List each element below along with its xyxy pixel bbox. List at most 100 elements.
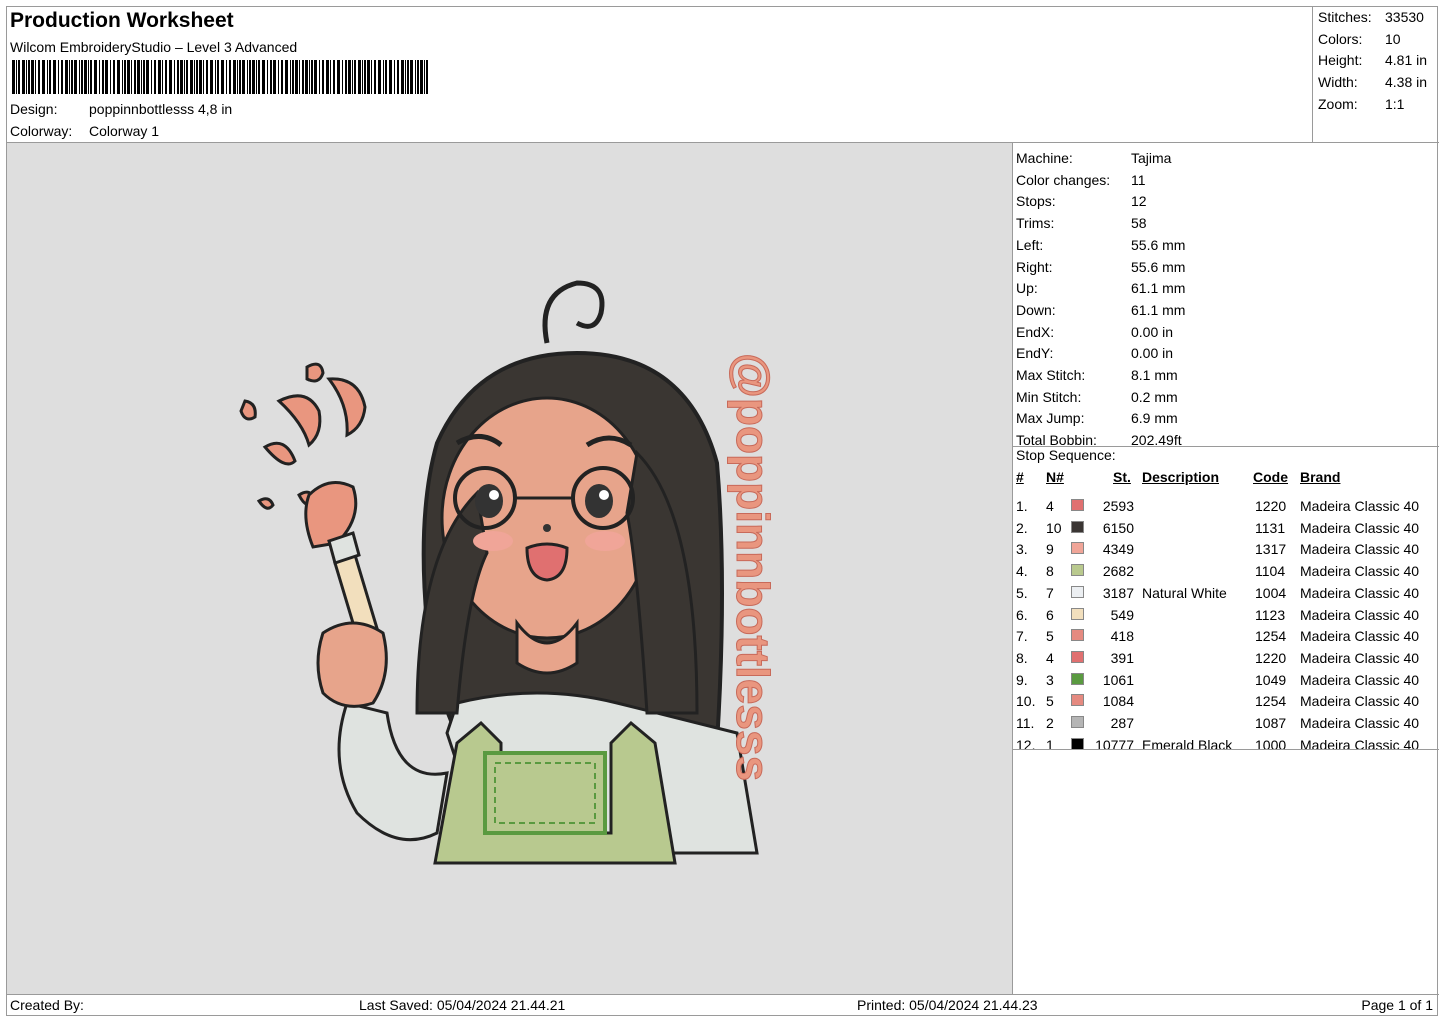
info-label: Stops: [1016, 193, 1056, 210]
thread-brand: Madeira Classic 40 [1300, 671, 1420, 688]
info-panel: Machine: Tajima Color changes: 11 Stops: 12 Tr… [1013, 143, 1439, 994]
machine-info-row: Max Jump: 6.9 mm [1016, 407, 1178, 429]
colorway-row: Colorway: Colorway 1 [10, 123, 159, 139]
machine-info-row: Left: 55.6 mm [1016, 234, 1185, 256]
info-value: 8.1 mm [1131, 367, 1178, 383]
stitch-count: 1061 [1102, 671, 1134, 688]
thread-brand: Madeira Classic 40 [1300, 584, 1420, 601]
machine-info-row: Trims: 58 [1016, 212, 1147, 234]
thread-description: Natural White [1142, 584, 1227, 601]
info-value: 0.00 in [1131, 345, 1174, 362]
needle-number: 1 [1046, 736, 1054, 753]
stitch-count: 1084 [1102, 693, 1134, 710]
machine-info-row: EndX: 0.00 in [1016, 321, 1173, 343]
info-value: 55.6 mm [1131, 258, 1186, 275]
colorway-value: Colorway 1 [89, 123, 160, 139]
color-swatch [1071, 499, 1084, 511]
info-label: Color changes: [1016, 171, 1111, 188]
info-value: 0.2 mm [1131, 388, 1178, 405]
software-name: Wilcom EmbroideryStudio – Level 3 Advanc… [10, 39, 298, 55]
info-value: 58 [1131, 215, 1147, 232]
stitch-count: 6150 [1102, 519, 1134, 536]
table-row: 1. 4 2593 1220 Madeira Classic 40 [1013, 495, 1439, 517]
overall-pocket [483, 751, 607, 835]
info-label: Max Stitch: [1016, 367, 1086, 383]
row-num: 1. [1016, 498, 1028, 514]
info-value: 0.00 in [1131, 323, 1174, 340]
stitch-count: 2682 [1102, 563, 1134, 580]
col-header-code: Code [1253, 469, 1288, 485]
machine-info-row: Up: 61.1 mm [1016, 277, 1185, 299]
hair-curl [542, 280, 605, 344]
stat-colors: Colors: 10 [1318, 31, 1401, 47]
thread-code: 1004 [1255, 584, 1287, 601]
stitch-count: 4349 [1102, 541, 1134, 558]
machine-info-row: Color changes: 11 [1016, 169, 1146, 191]
info-label: Right: [1016, 258, 1053, 275]
thread-brand: Madeira Classic 40 [1300, 715, 1420, 731]
mouth [525, 542, 569, 582]
divider [1013, 749, 1439, 750]
row-num: 5. [1016, 584, 1028, 601]
thread-code: 1049 [1255, 671, 1287, 688]
color-swatch [1071, 564, 1084, 577]
thread-brand: Madeira Classic 40 [1300, 563, 1420, 580]
machine-info-row: Down: 61.1 mm [1016, 299, 1185, 321]
needle-number: 5 [1046, 693, 1054, 710]
barcode [12, 60, 428, 94]
machine-info-row: Machine: Tajima [1016, 147, 1171, 169]
thread-brand: Madeira Classic 40 [1300, 628, 1420, 645]
table-row: 4. 8 2682 1104 Madeira Classic 40 [1013, 560, 1439, 582]
stat-height: Height: 4.81 in [1318, 52, 1428, 68]
color-swatch [1071, 694, 1084, 707]
table-row: 2. 10 6150 1131 Madeira Classic 40 [1013, 517, 1439, 539]
needle-number: 8 [1046, 563, 1054, 580]
info-value: Tajima [1131, 150, 1172, 166]
table-row: 11. 2 287 1087 Madeira Classic 40 [1013, 712, 1439, 734]
info-value: 55.6 mm [1131, 236, 1186, 253]
design-row: Design: poppinnbottlesss 4,8 in [10, 101, 232, 117]
stat-width: Width: 4.38 in [1318, 74, 1428, 90]
needle-number: 5 [1046, 628, 1054, 645]
embroidery-artwork: @poppinnbottlesss [239, 280, 780, 865]
info-value: 61.1 mm [1131, 280, 1186, 297]
info-label: Max Jump: [1016, 410, 1085, 427]
row-num: 7. [1016, 628, 1028, 645]
thread-brand: Madeira Classic 40 [1300, 498, 1420, 514]
table-row: 10. 5 1084 1254 Madeira Classic 40 [1013, 690, 1439, 712]
stat-stitches: Stitches: 33530 [1318, 9, 1424, 25]
page-number: Page 1 of 1 [1361, 997, 1433, 1013]
table-row: 12. 1 10777 Emerald Black 1000 Madeira Classi… [1013, 734, 1439, 756]
thread-code: 1131 [1255, 519, 1286, 536]
info-label: Min Stitch: [1016, 388, 1082, 405]
created-by: Created By: [10, 997, 84, 1013]
machine-info-row: Max Stitch: 8.1 mm [1016, 364, 1178, 386]
last-saved: Last Saved: 05/04/2024 21.44.21 [359, 997, 566, 1013]
stop-sequence-title: Stop Sequence: [1016, 447, 1116, 463]
thread-brand: Madeira Classic 40 [1300, 649, 1420, 666]
col-header-brand: Brand [1300, 469, 1341, 485]
needle-number: 10 [1046, 519, 1062, 536]
row-num: 3. [1016, 541, 1028, 558]
thread-code: 1220 [1255, 649, 1287, 666]
info-label: EndX: [1016, 323, 1055, 340]
thread-code: 1000 [1255, 736, 1287, 753]
hand [316, 621, 388, 708]
needle-number: 3 [1046, 671, 1054, 688]
stat-zoom: Zoom: 1:1 [1318, 96, 1405, 112]
color-swatch [1071, 542, 1084, 555]
row-num: 11. [1016, 715, 1035, 731]
thread-brand: Madeira Classic 40 [1300, 541, 1420, 558]
thread-code: 1087 [1255, 715, 1287, 731]
design-value: poppinnbottlesss 4,8 in [89, 101, 233, 117]
needle-number: 4 [1046, 498, 1054, 514]
header-panel: Production Worksheet Wilcom EmbroiderySt… [7, 7, 1313, 143]
stitch-count: 418 [1110, 628, 1134, 645]
color-swatch [1071, 716, 1084, 728]
info-label: Left: [1016, 236, 1044, 253]
needle-number: 4 [1046, 649, 1054, 666]
needle-number: 7 [1046, 584, 1054, 601]
thread-code: 1254 [1255, 693, 1287, 710]
stitch-count: 10777 [1095, 736, 1134, 753]
row-num: 2. [1016, 519, 1028, 536]
